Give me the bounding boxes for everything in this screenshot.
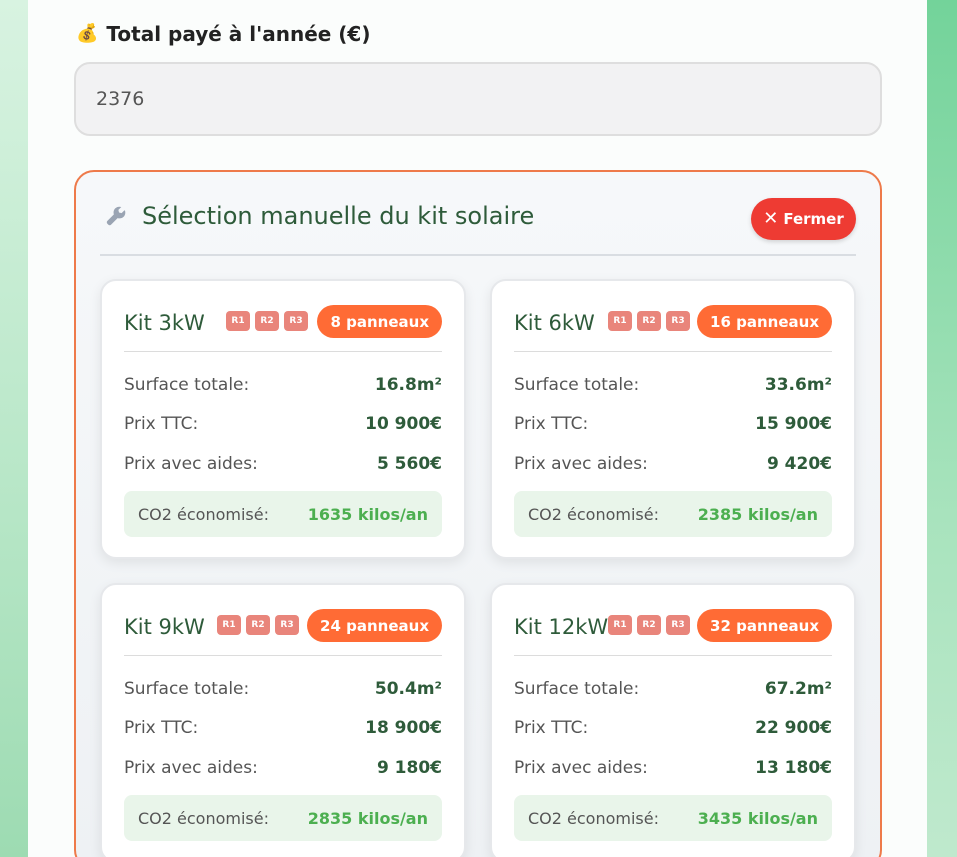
kit-name: Kit 3kW	[124, 311, 205, 335]
background-right	[927, 0, 957, 857]
region-tag: R3	[284, 311, 308, 331]
kit-card-header: Kit 3kW R1 R2 R3 8 panneaux	[124, 303, 442, 352]
price-aid-label: Prix avec aides:	[124, 758, 258, 778]
panel-count-badge: 16 panneaux	[697, 305, 832, 338]
close-icon: ✕	[763, 208, 779, 229]
surface-label: Surface totale:	[514, 375, 640, 395]
surface-value: 33.6m²	[764, 375, 832, 395]
region-tags: R1 R2 R3	[608, 615, 690, 635]
manual-selection-header: Sélection manuelle du kit solaire ✕ Ferm…	[100, 198, 856, 256]
co2-value: 2385 kilos/an	[697, 504, 818, 524]
price-value: 18 900€	[365, 718, 442, 738]
price-aid-value: 9 180€	[376, 758, 442, 778]
price-aid-row: Prix avec aides: 9 420€	[514, 454, 832, 474]
kit-card-6kw[interactable]: Kit 6kW R1 R2 R3 16 panneaux Surface tot…	[490, 279, 856, 559]
surface-label: Surface totale:	[514, 679, 640, 699]
surface-row: Surface totale: 16.8m²	[124, 375, 442, 395]
co2-value: 2835 kilos/an	[307, 808, 428, 828]
price-label: Prix TTC:	[124, 414, 199, 434]
surface-value: 50.4m²	[374, 679, 442, 699]
close-button[interactable]: ✕ Fermer	[751, 198, 856, 240]
region-tags: R1 R2 R3	[226, 311, 308, 331]
kit-card-header: Kit 9kW R1 R2 R3 24 panneaux	[124, 607, 442, 656]
region-tag: R1	[608, 311, 632, 331]
region-tag: R2	[637, 311, 661, 331]
surface-row: Surface totale: 33.6m²	[514, 375, 832, 395]
price-aid-row: Prix avec aides: 5 560€	[124, 454, 442, 474]
wrench-icon	[106, 206, 126, 226]
panel-count-badge: 8 panneaux	[317, 305, 442, 338]
annual-total-input[interactable]	[74, 62, 882, 136]
price-aid-label: Prix avec aides:	[514, 454, 648, 474]
surface-value: 16.8m²	[374, 375, 442, 395]
co2-saved-box: CO2 économisé: 1635 kilos/an	[124, 491, 442, 537]
price-aid-label: Prix avec aides:	[124, 454, 258, 474]
surface-row: Surface totale: 50.4m²	[124, 679, 442, 699]
co2-label: CO2 économisé:	[528, 808, 659, 828]
price-aid-row: Prix avec aides: 13 180€	[514, 758, 832, 778]
panel-count-badge: 32 panneaux	[697, 609, 832, 642]
annual-total-label-text: Total payé à l'année (€)	[106, 22, 371, 46]
region-tag: R2	[246, 615, 270, 635]
region-tag: R1	[608, 615, 632, 635]
co2-saved-box: CO2 économisé: 3435 kilos/an	[514, 795, 832, 841]
price-row: Prix TTC: 22 900€	[514, 718, 832, 738]
surface-label: Surface totale:	[124, 375, 250, 395]
manual-kit-selection: Sélection manuelle du kit solaire ✕ Ferm…	[74, 170, 882, 857]
region-tag: R1	[217, 615, 241, 635]
close-button-label: Fermer	[783, 210, 844, 228]
money-bag-icon: 💰	[76, 23, 99, 44]
region-tags: R1 R2 R3	[608, 311, 690, 331]
kit-name: Kit 6kW	[514, 311, 595, 335]
price-aid-row: Prix avec aides: 9 180€	[124, 758, 442, 778]
price-row: Prix TTC: 15 900€	[514, 414, 832, 434]
price-aid-value: 13 180€	[755, 758, 832, 778]
co2-saved-box: CO2 économisé: 2385 kilos/an	[514, 491, 832, 537]
co2-label: CO2 économisé:	[528, 504, 659, 524]
price-aid-value: 9 420€	[766, 454, 832, 474]
price-aid-label: Prix avec aides:	[514, 758, 648, 778]
panel-count-badge: 24 panneaux	[307, 609, 442, 642]
price-label: Prix TTC:	[124, 718, 199, 738]
kit-name: Kit 12kW	[514, 615, 609, 639]
price-label: Prix TTC:	[514, 414, 589, 434]
region-tag: R3	[666, 311, 690, 331]
price-value: 15 900€	[755, 414, 832, 434]
kit-card-header: Kit 6kW R1 R2 R3 16 panneaux	[514, 303, 832, 352]
kit-card-header: Kit 12kW R1 R2 R3 32 panneaux	[514, 607, 832, 656]
price-label: Prix TTC:	[514, 718, 589, 738]
price-value: 10 900€	[365, 414, 442, 434]
co2-label: CO2 économisé:	[138, 808, 269, 828]
region-tag: R3	[275, 615, 299, 635]
co2-value: 1635 kilos/an	[307, 504, 428, 524]
kit-card-9kw[interactable]: Kit 9kW R1 R2 R3 24 panneaux Surface tot…	[100, 583, 466, 857]
background-left	[0, 0, 28, 857]
region-tag: R2	[637, 615, 661, 635]
region-tag: R1	[226, 311, 250, 331]
kit-grid: Kit 3kW R1 R2 R3 8 panneaux Surface tota…	[100, 279, 856, 857]
co2-label: CO2 économisé:	[138, 504, 269, 524]
price-aid-value: 5 560€	[376, 454, 442, 474]
co2-value: 3435 kilos/an	[697, 808, 818, 828]
manual-selection-title: Sélection manuelle du kit solaire	[142, 202, 535, 230]
region-tag: R2	[255, 311, 279, 331]
region-tags: R1 R2 R3	[217, 615, 299, 635]
price-row: Prix TTC: 18 900€	[124, 718, 442, 738]
region-tag: R3	[666, 615, 690, 635]
surface-value: 67.2m²	[764, 679, 832, 699]
price-row: Prix TTC: 10 900€	[124, 414, 442, 434]
annual-total-label: 💰 Total payé à l'année (€)	[76, 22, 370, 46]
kit-card-3kw[interactable]: Kit 3kW R1 R2 R3 8 panneaux Surface tota…	[100, 279, 466, 559]
price-value: 22 900€	[755, 718, 832, 738]
surface-label: Surface totale:	[124, 679, 250, 699]
kit-card-12kw[interactable]: Kit 12kW R1 R2 R3 32 panneaux Surface to…	[490, 583, 856, 857]
co2-saved-box: CO2 économisé: 2835 kilos/an	[124, 795, 442, 841]
surface-row: Surface totale: 67.2m²	[514, 679, 832, 699]
kit-name: Kit 9kW	[124, 615, 205, 639]
